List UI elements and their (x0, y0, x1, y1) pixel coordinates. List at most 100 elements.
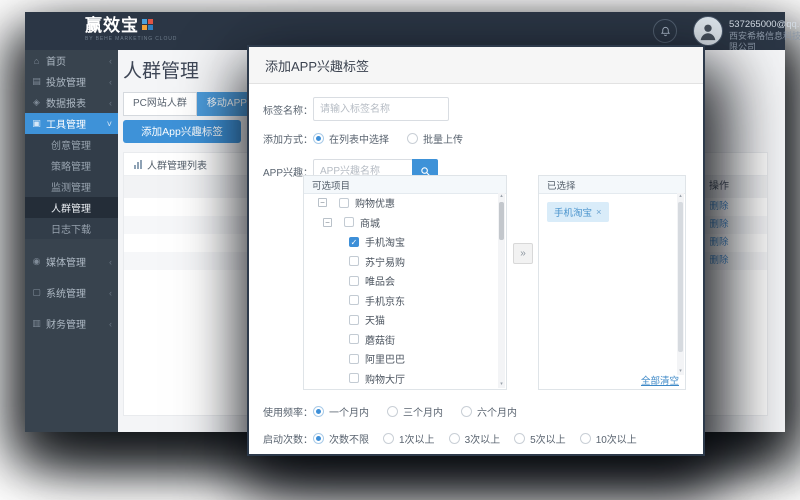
logo-squares-icon (142, 19, 153, 30)
checkbox-unchecked[interactable] (349, 315, 359, 325)
radio-selected[interactable] (313, 133, 324, 144)
sidebar-subitem-creative[interactable]: 创意管理 (25, 134, 118, 155)
launch-count-option[interactable]: 5次以上 (514, 431, 566, 446)
move-selected-button[interactable]: » (513, 243, 533, 264)
radio-unselected[interactable] (461, 406, 472, 417)
chevron-down-icon: ˅ (107, 119, 112, 129)
sidebar-item-label: 首页 (46, 53, 66, 68)
tree-item-label: 购物大厅 (365, 371, 405, 386)
radio-selected[interactable] (313, 433, 324, 444)
tree-item[interactable]: − 购物优惠 (304, 193, 497, 213)
tools-submenu: 创意管理 策略管理 监测管理 人群管理 日志下载 (25, 134, 118, 239)
chevron-left-icon: ‹ (109, 56, 112, 66)
sidebar-item-finance[interactable]: ▥ 财务管理 ‹ (25, 308, 118, 339)
scrollbar-thumb[interactable] (678, 202, 683, 352)
radio-unselected[interactable] (387, 406, 398, 417)
add-mode-option-batch[interactable]: 批量上传 (407, 131, 463, 146)
launch-count-option[interactable]: 3次以上 (449, 431, 501, 446)
checkbox-unchecked[interactable] (349, 295, 359, 305)
add-mode-label: 添加方式： (263, 131, 311, 146)
tree-item[interactable]: − 商城 (304, 213, 497, 233)
launch-count-option[interactable]: 10次以上 (580, 431, 637, 446)
notifications-button[interactable] (653, 19, 677, 43)
scroll-down-icon[interactable]: ▾ (498, 381, 505, 388)
sidebar-item-home[interactable]: ⌂ 首页 ‹ (25, 50, 118, 71)
sidebar-item-label: 数据报表 (46, 95, 86, 110)
remove-tag-icon[interactable]: × (596, 207, 602, 218)
list-title: 人群管理列表 (147, 157, 207, 172)
logo-text: 赢效宝 (85, 17, 139, 34)
scrollbar[interactable]: ▴ ▾ (498, 193, 505, 388)
tree-item[interactable]: 天猫 (304, 310, 497, 330)
checkbox-unchecked[interactable] (344, 217, 354, 227)
sidebar-item-label: 投放管理 (46, 74, 86, 89)
tools-icon: ▣ (31, 118, 42, 129)
tree-item[interactable]: 唯品会 (304, 271, 497, 291)
bar-chart-icon (134, 160, 142, 169)
sidebar-subitem-strategy[interactable]: 策略管理 (25, 155, 118, 176)
collapse-icon[interactable]: − (323, 218, 332, 227)
user-avatar[interactable] (693, 16, 723, 46)
checkbox-unchecked[interactable] (349, 276, 359, 286)
user-email: 537265000@qq.com (729, 19, 800, 31)
launch-count-option[interactable]: 次数不限 (313, 431, 369, 446)
launch-count-option[interactable]: 1次以上 (383, 431, 435, 446)
report-icon: ◈ (31, 97, 42, 108)
scrollbar-thumb[interactable] (499, 202, 504, 240)
sidebar-subitem-monitor[interactable]: 监测管理 (25, 176, 118, 197)
brand-logo: 赢效宝 BY BEHE MARKETING CLOUD (85, 17, 177, 42)
tree-item[interactable]: 蘑菇街 (304, 330, 497, 350)
collapse-icon[interactable]: − (318, 198, 327, 207)
frequency-label: 使用频率： (263, 404, 311, 419)
frequency-option[interactable]: 一个月内 (313, 404, 369, 419)
sidebar-item-tools[interactable]: ▣ 工具管理 ˅ (25, 113, 118, 134)
tree-item[interactable]: ✓ 手机淘宝 (304, 232, 497, 252)
frequency-option[interactable]: 六个月内 (461, 404, 517, 419)
chevron-left-icon: ‹ (109, 98, 112, 108)
checkbox-unchecked[interactable] (349, 354, 359, 364)
checkbox-checked[interactable]: ✓ (349, 237, 359, 247)
radio-unselected[interactable] (514, 433, 525, 444)
sidebar-item-label: 财务管理 (46, 316, 86, 331)
radio-label: 在列表中选择 (329, 131, 389, 146)
tree-item[interactable]: 阿里巴巴 (304, 349, 497, 369)
frequency-option[interactable]: 三个月内 (387, 404, 443, 419)
radio-label: 10次以上 (596, 431, 637, 446)
tree-item-label: 手机京东 (365, 293, 405, 308)
checkbox-unchecked[interactable] (349, 373, 359, 383)
scrollbar[interactable]: ▴ ▾ (677, 193, 684, 375)
radio-label: 三个月内 (403, 404, 443, 419)
sidebar-item-system[interactable]: ▢ 系统管理 ‹ (25, 277, 118, 308)
checkbox-unchecked[interactable] (339, 198, 349, 208)
checkbox-unchecked[interactable] (349, 334, 359, 344)
sidebar-item-delivery[interactable]: ▤ 投放管理 ‹ (25, 71, 118, 92)
radio-unselected[interactable] (407, 133, 418, 144)
logo-subtitle: BY BEHE MARKETING CLOUD (85, 37, 177, 42)
tree-item[interactable]: 苏宁易购 (304, 252, 497, 272)
person-icon (697, 20, 719, 42)
chevron-left-icon: ‹ (109, 288, 112, 298)
checkbox-unchecked[interactable] (349, 256, 359, 266)
tree-item-label: 阿里巴巴 (365, 351, 405, 366)
radio-unselected[interactable] (580, 433, 591, 444)
radio-selected[interactable] (313, 406, 324, 417)
scroll-up-icon[interactable]: ▴ (498, 193, 505, 200)
sidebar-item-media[interactable]: ◉ 媒体管理 ‹ (25, 246, 118, 277)
clear-all-link[interactable]: 全部清空 (641, 373, 679, 387)
radio-unselected[interactable] (449, 433, 460, 444)
tree-item[interactable]: 手机京东 (304, 291, 497, 311)
add-mode-option-list[interactable]: 在列表中选择 (313, 131, 389, 146)
radio-unselected[interactable] (383, 433, 394, 444)
sidebar-item-reports[interactable]: ◈ 数据报表 ‹ (25, 92, 118, 113)
selected-panel-title: 已选择 (539, 176, 685, 194)
scroll-up-icon[interactable]: ▴ (677, 193, 684, 200)
tab-pc-audience[interactable]: PC网站人群 (123, 92, 197, 116)
tree-item-label: 天猫 (365, 312, 385, 327)
add-app-interest-tag-button[interactable]: 添加App兴趣标签 (123, 120, 241, 143)
sidebar-subitem-logs[interactable]: 日志下载 (25, 218, 118, 239)
tree-item-label: 苏宁易购 (365, 254, 405, 269)
sidebar-subitem-audience[interactable]: 人群管理 (25, 197, 118, 218)
tree-item[interactable]: 购物大厅 (304, 369, 497, 389)
radio-label: 一个月内 (329, 404, 369, 419)
tag-name-input[interactable] (313, 97, 449, 121)
